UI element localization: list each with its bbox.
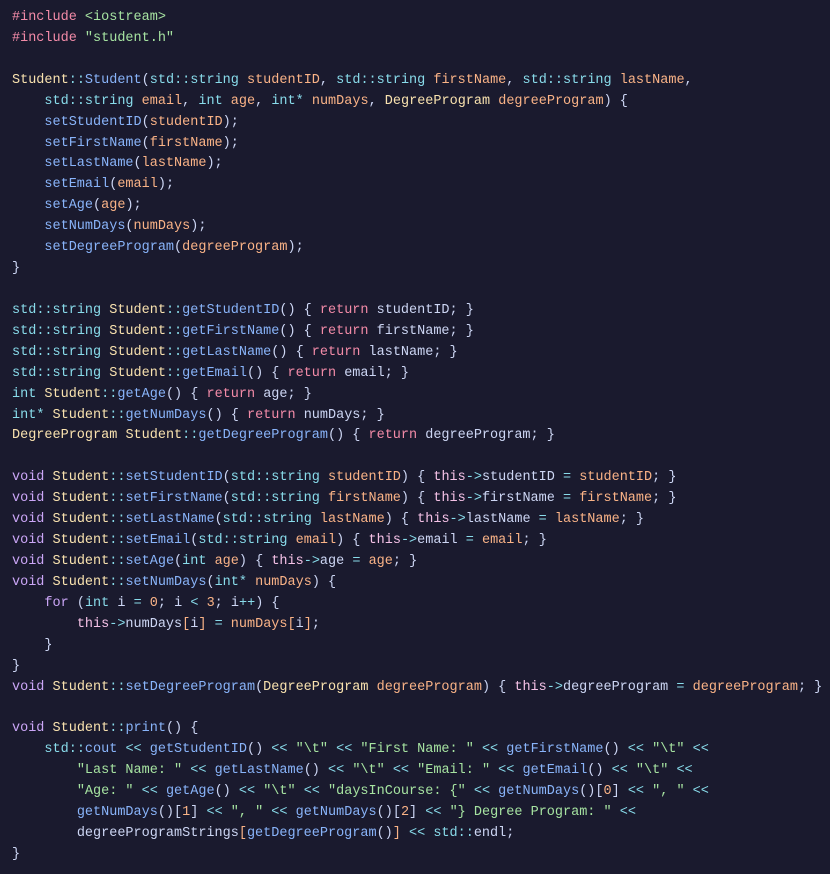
- code-editor: #include <iostream> #include "student.h"…: [12, 8, 818, 866]
- line-1: #include: [12, 10, 77, 25]
